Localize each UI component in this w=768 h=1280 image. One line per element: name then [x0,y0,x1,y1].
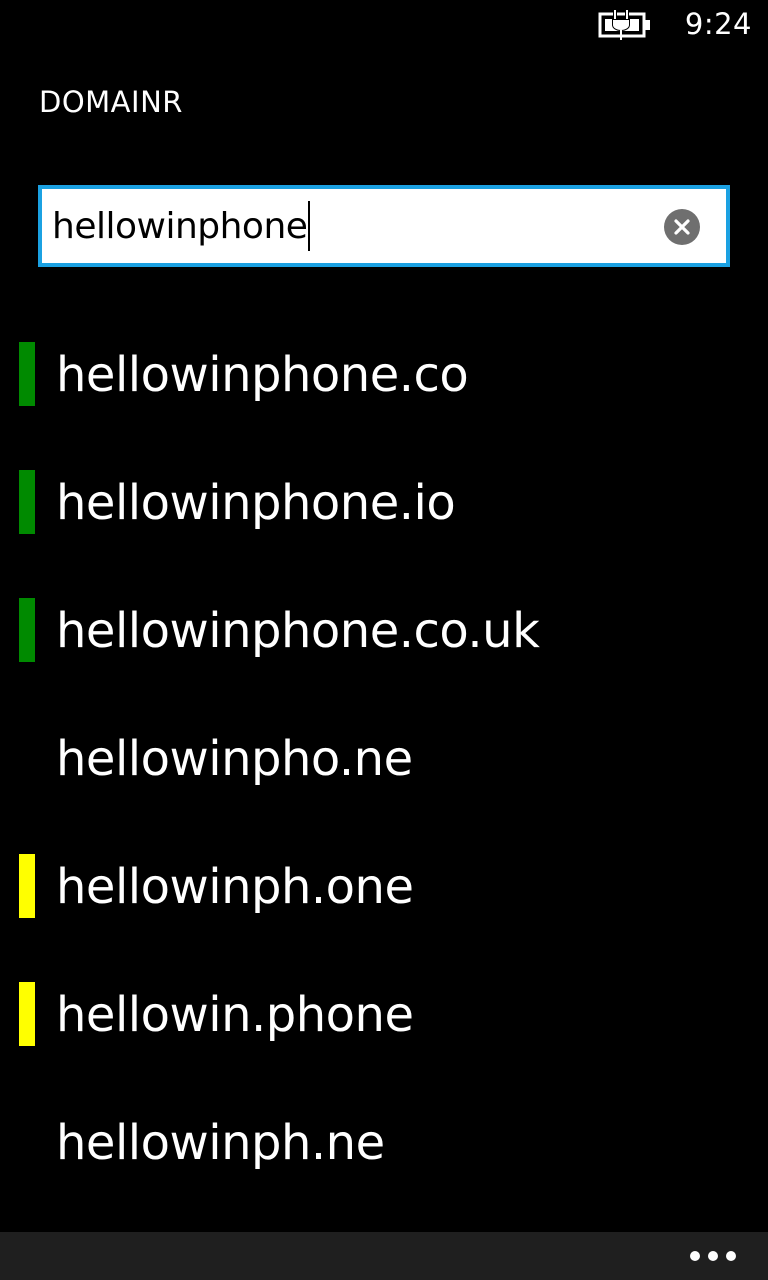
status-marker [19,470,35,534]
status-marker [19,1110,35,1174]
clock: 9:24 [684,7,752,41]
domain-label: hellowinphone.co.uk [56,603,540,659]
search-input-text: hellowinphone [52,205,308,247]
domain-label: hellowinph.one [56,859,414,915]
status-marker [19,598,35,662]
search-box[interactable]: hellowinphone [38,185,730,267]
app-title: DOMAINR [39,85,183,119]
domain-label: hellowinphone.io [56,475,456,531]
more-icon[interactable] [690,1246,736,1266]
more-dot [708,1251,718,1261]
domain-label: hellowin.phone [56,987,414,1043]
clear-icon[interactable] [664,209,700,245]
domain-label: hellowinpho.ne [56,731,413,787]
list-item[interactable]: hellowinphone.co [0,330,768,420]
app-bar [0,1232,768,1280]
list-item[interactable]: hellowin.phone [0,970,768,1060]
more-dot [726,1251,736,1261]
text-caret [308,201,311,251]
search-input[interactable]: hellowinphone [52,189,311,263]
status-marker [19,982,35,1046]
list-item[interactable]: hellowinph.ne [0,1098,768,1188]
domain-label: hellowinph.ne [56,1115,385,1171]
status-marker [19,726,35,790]
list-item[interactable]: hellowinphone.io [0,458,768,548]
status-marker [19,342,35,406]
list-item[interactable]: hellowinph.one [0,842,768,932]
battery-charging-icon [598,10,652,40]
list-item[interactable]: hellowinpho.ne [0,714,768,804]
status-bar: 9:24 [0,0,768,48]
domain-label: hellowinphone.co [56,347,469,403]
status-marker [19,854,35,918]
more-dot [690,1251,700,1261]
list-item[interactable]: hellowinphone.co.uk [0,586,768,676]
